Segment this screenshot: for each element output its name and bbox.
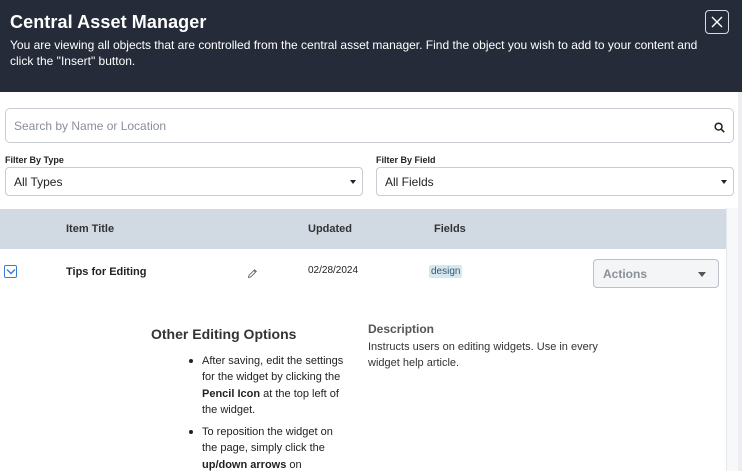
description-heading: Description <box>368 322 435 336</box>
list-item: After saving, edit the settings for the … <box>188 353 348 418</box>
modal-edge <box>738 92 742 471</box>
caret-down-icon <box>698 272 706 277</box>
table-header: Item Title Updated Fields <box>0 209 726 249</box>
description-text: Instructs users on editing widgets. Use … <box>368 341 598 369</box>
actions-dropdown[interactable]: Actions <box>593 259 719 288</box>
column-header-fields[interactable]: Fields <box>434 223 466 235</box>
modal-description: You are viewing all objects that are con… <box>10 38 698 68</box>
actions-label: Actions <box>603 267 648 281</box>
filter-type-select[interactable]: All Types <box>5 167 363 196</box>
column-header-item-title[interactable]: Item Title <box>66 223 114 235</box>
detail-heading: Other Editing Options <box>151 326 297 342</box>
search-icon[interactable] <box>714 120 725 138</box>
search-box <box>5 108 734 143</box>
field-tag: design <box>429 265 463 278</box>
scrollbar-track[interactable] <box>726 208 738 471</box>
column-header-updated[interactable]: Updated <box>308 223 352 235</box>
modal-title: Central Asset Manager <box>10 12 207 32</box>
list-item: To reposition the widget on the page, si… <box>188 424 348 471</box>
filter-field-select[interactable]: All Fields <box>376 167 734 196</box>
filter-field-label: Filter By Field <box>376 155 436 165</box>
detail-bullet-list: After saving, edit the settings for the … <box>188 353 348 471</box>
search-input[interactable] <box>14 109 704 142</box>
item-title: Tips for Editing <box>66 266 147 278</box>
row-checkbox[interactable] <box>4 265 17 278</box>
pencil-icon[interactable] <box>247 266 258 284</box>
check-icon <box>6 269 16 275</box>
modal-header: Central Asset Manager You are viewing al… <box>0 0 742 92</box>
filter-type-value: All Types <box>14 175 63 189</box>
close-button[interactable] <box>705 10 729 34</box>
filter-field-value: All Fields <box>385 175 434 189</box>
close-icon <box>711 16 723 28</box>
caret-down-icon <box>350 180 356 184</box>
caret-down-icon <box>721 180 727 184</box>
item-updated-date: 02/28/2024 <box>308 265 359 276</box>
filter-type-label: Filter By Type <box>5 155 64 165</box>
